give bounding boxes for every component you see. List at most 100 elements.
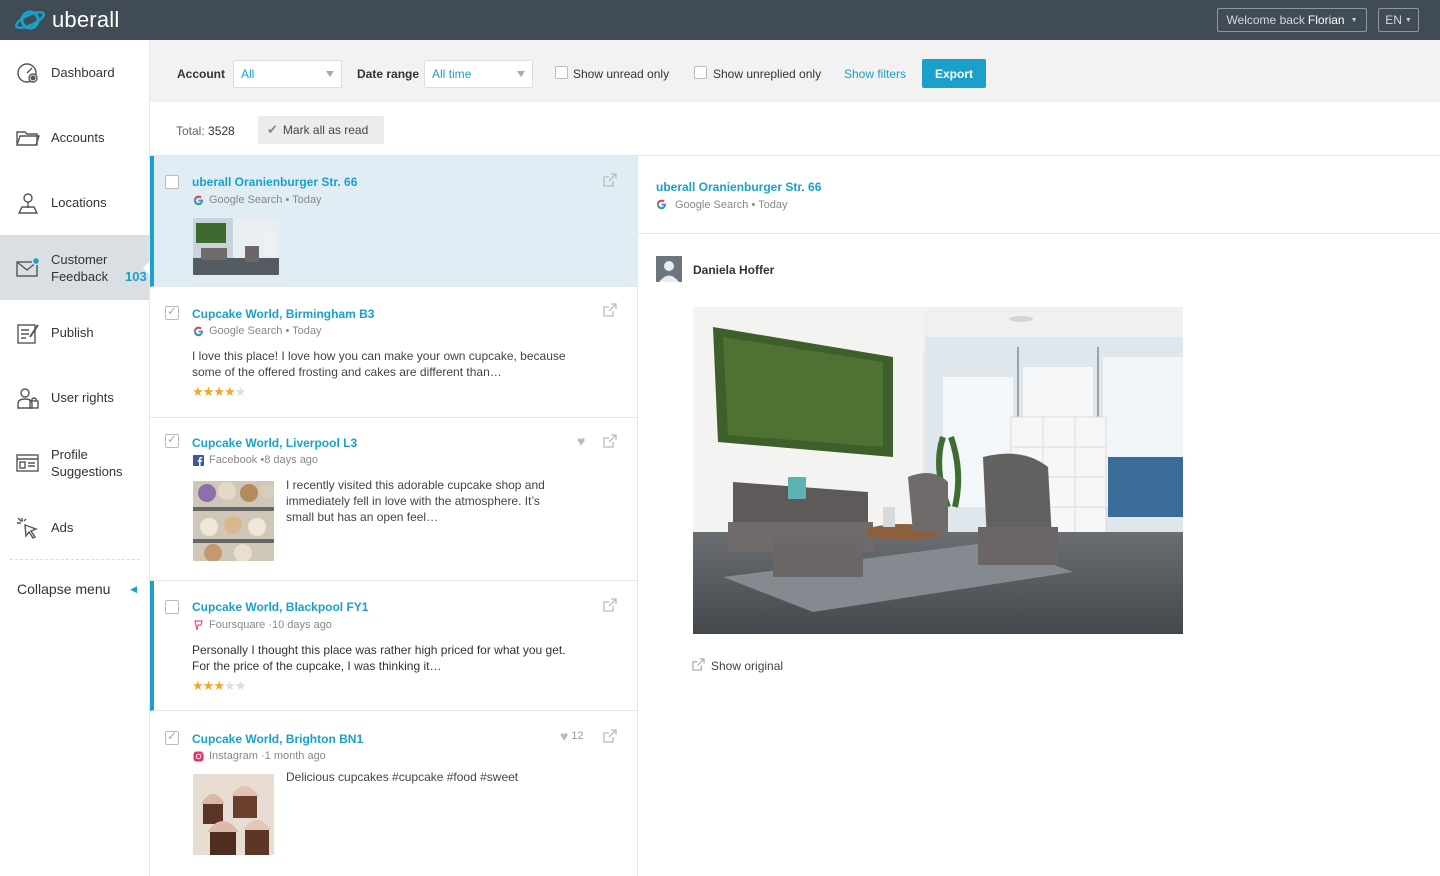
item-checkbox[interactable] bbox=[165, 600, 179, 614]
detail-location-title[interactable]: uberall Oranienburger Str. 66 bbox=[656, 180, 821, 194]
location-pin-icon bbox=[16, 191, 40, 215]
facebook-icon bbox=[192, 454, 204, 466]
source-time: •8 days ago bbox=[260, 454, 319, 466]
welcome-text: Welcome back bbox=[1226, 13, 1305, 27]
date-range-select[interactable]: All time bbox=[424, 60, 533, 88]
show-unreplied-checkbox[interactable] bbox=[694, 66, 707, 79]
external-link-icon[interactable] bbox=[603, 729, 617, 743]
total-label: Total: bbox=[176, 124, 205, 138]
star-rating: ★★★★★ bbox=[192, 384, 246, 400]
star-icon: ★ bbox=[223, 678, 236, 693]
item-source: Instagram ·1 month ago bbox=[192, 750, 326, 762]
star-icon: ★ bbox=[213, 678, 225, 693]
sidebar-item-label: Ads bbox=[51, 520, 74, 535]
avatar bbox=[656, 256, 682, 282]
sidebar: Dashboard Accounts Locations Customer Fe… bbox=[0, 40, 150, 876]
item-checkbox[interactable] bbox=[165, 432, 179, 448]
item-location-title[interactable]: uberall Oranienburger Str. 66 bbox=[192, 175, 357, 189]
total-count: Total: 3528 bbox=[176, 124, 235, 138]
feedback-item[interactable]: Cupcake World, Brighton BN1 Instagram ·1… bbox=[150, 711, 637, 876]
feedback-item[interactable]: Cupcake World, Blackpool FY1 Foursquare … bbox=[150, 581, 637, 711]
item-location-title[interactable]: Cupcake World, Brighton BN1 bbox=[192, 732, 363, 746]
unread-count-badge: 103 bbox=[125, 268, 147, 284]
review-photo-thumbnail[interactable] bbox=[193, 481, 274, 561]
external-link-icon[interactable] bbox=[603, 173, 617, 187]
source-time: • Today bbox=[285, 325, 322, 337]
checkmark-icon: ✔ bbox=[267, 122, 278, 137]
sidebar-item-locations[interactable]: Locations bbox=[0, 170, 149, 235]
review-photo[interactable] bbox=[693, 307, 1183, 634]
welcome-user-menu[interactable]: Welcome back Florian ▼ bbox=[1217, 8, 1367, 32]
item-source: Foursquare ·10 days ago bbox=[192, 619, 332, 631]
sidebar-divider bbox=[10, 559, 140, 560]
sidebar-item-ads[interactable]: Ads bbox=[0, 495, 149, 560]
mark-all-read-button[interactable]: ✔ Mark all as read bbox=[258, 116, 384, 144]
logo-text: uberall bbox=[52, 7, 120, 32]
feedback-list: uberall Oranienburger Str. 66 Google Sea… bbox=[150, 155, 638, 876]
dropdown-arrow-icon bbox=[326, 71, 334, 77]
sidebar-item-publish[interactable]: Publish bbox=[0, 300, 149, 365]
account-label: Account bbox=[177, 67, 225, 81]
item-location-title[interactable]: Cupcake World, Birmingham B3 bbox=[192, 307, 374, 321]
show-unread-label[interactable]: Show unread only bbox=[573, 67, 669, 81]
language-value: EN bbox=[1385, 13, 1402, 27]
google-icon bbox=[656, 199, 668, 211]
uberall-logo[interactable]: uberall bbox=[15, 6, 119, 34]
source-name: Instagram bbox=[209, 750, 258, 762]
star-icon: ★ bbox=[234, 678, 247, 693]
item-source: Facebook •8 days ago bbox=[192, 454, 318, 466]
like-heart-icon[interactable]: ♥ 12 bbox=[560, 728, 584, 744]
like-heart-icon[interactable]: ♥ bbox=[577, 433, 585, 449]
publish-icon bbox=[16, 321, 40, 345]
review-text: I love this place! I love how you can ma… bbox=[192, 349, 566, 379]
external-link-icon[interactable] bbox=[603, 303, 617, 317]
show-original-link[interactable]: Show original bbox=[692, 658, 783, 674]
source-name: Google Search bbox=[675, 199, 749, 211]
external-link-icon[interactable] bbox=[603, 434, 617, 448]
external-link-icon[interactable] bbox=[603, 598, 617, 612]
item-checkbox[interactable] bbox=[165, 175, 179, 189]
sidebar-item-label: Locations bbox=[51, 195, 107, 210]
filter-bar: Account All Date range All time Show unr… bbox=[150, 40, 1440, 102]
source-name: Google Search bbox=[209, 194, 283, 206]
sidebar-item-user-rights[interactable]: User rights bbox=[0, 365, 149, 430]
show-filters-link[interactable]: Show filters bbox=[844, 67, 906, 81]
sidebar-item-profile-suggestions[interactable]: Profile Suggestions bbox=[0, 430, 149, 495]
item-location-title[interactable]: Cupcake World, Liverpool L3 bbox=[192, 436, 357, 450]
account-select[interactable]: All bbox=[233, 60, 342, 88]
feedback-item[interactable]: Cupcake World, Liverpool L3 Facebook •8 … bbox=[150, 418, 637, 581]
item-checkbox[interactable] bbox=[165, 729, 179, 745]
star-icon: ★ bbox=[202, 678, 215, 693]
sidebar-item-label: Customer Feedback 103 bbox=[51, 251, 147, 285]
profile-card-icon bbox=[16, 451, 40, 475]
sidebar-item-customer-feedback[interactable]: Customer Feedback 103 bbox=[0, 235, 150, 300]
show-unread-checkbox[interactable] bbox=[555, 66, 568, 79]
collapse-menu-button[interactable]: Collapse menu ◀ bbox=[17, 581, 137, 597]
sidebar-item-label: Accounts bbox=[51, 130, 105, 145]
source-time: • Today bbox=[285, 194, 322, 206]
chevron-down-icon: ▼ bbox=[1404, 16, 1412, 24]
source-name: Foursquare bbox=[209, 619, 266, 631]
total-value: 3528 bbox=[208, 124, 235, 138]
review-photo-thumbnail[interactable] bbox=[193, 218, 279, 275]
sidebar-item-accounts[interactable]: Accounts bbox=[0, 105, 149, 170]
show-unreplied-label[interactable]: Show unreplied only bbox=[713, 67, 821, 81]
source-time: • Today bbox=[751, 199, 788, 211]
sidebar-item-label: Profile Suggestions bbox=[51, 446, 123, 479]
item-checkbox[interactable] bbox=[165, 304, 179, 320]
language-selector[interactable]: EN ▼ bbox=[1378, 8, 1419, 32]
export-button[interactable]: Export bbox=[922, 59, 986, 88]
detail-header: uberall Oranienburger Str. 66 Google Sea… bbox=[638, 156, 1440, 234]
feedback-item[interactable]: Cupcake World, Birmingham B3 Google Sear… bbox=[150, 287, 637, 418]
detail-source: Google Search • Today bbox=[656, 199, 788, 211]
feedback-item[interactable]: uberall Oranienburger Str. 66 Google Sea… bbox=[150, 156, 637, 287]
star-icon: ★ bbox=[213, 384, 225, 399]
envelope-icon bbox=[16, 256, 40, 280]
users-icon bbox=[16, 386, 40, 410]
sidebar-item-label: Publish bbox=[51, 325, 94, 340]
review-photo-thumbnail[interactable] bbox=[193, 774, 274, 855]
date-range-select-value: All time bbox=[432, 67, 472, 81]
sidebar-item-dashboard[interactable]: Dashboard bbox=[0, 40, 149, 105]
star-rating: ★★★★★ bbox=[192, 678, 247, 694]
item-location-title[interactable]: Cupcake World, Blackpool FY1 bbox=[192, 600, 368, 614]
